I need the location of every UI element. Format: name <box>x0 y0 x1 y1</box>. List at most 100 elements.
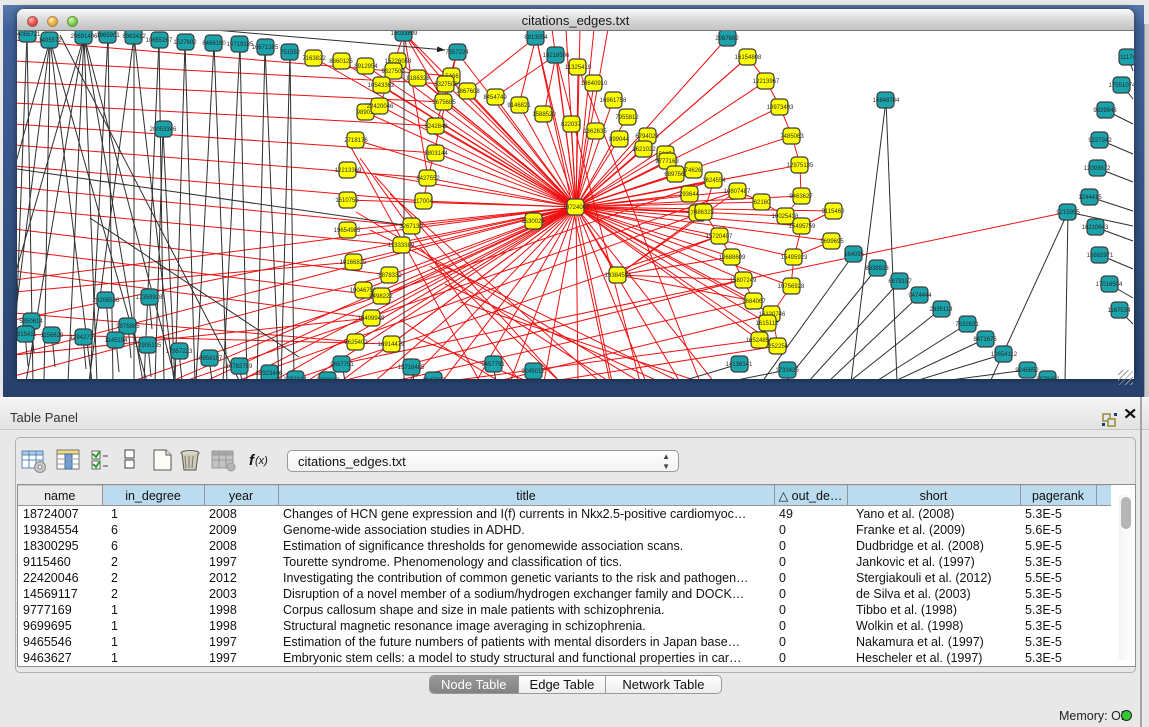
svg-text:20053346: 20053346 <box>150 127 177 133</box>
svg-text:7625402: 7625402 <box>344 340 368 346</box>
svg-text:9242848: 9242848 <box>424 124 448 130</box>
svg-text:15807249: 15807249 <box>730 278 757 284</box>
svg-text:9146821: 9146821 <box>507 103 531 109</box>
svg-text:11333389: 11333389 <box>388 243 415 249</box>
svg-text:19384554: 19384554 <box>605 273 632 279</box>
svg-text:12942737: 12942737 <box>70 335 97 341</box>
svg-text:9245012: 9245012 <box>521 369 545 375</box>
svg-text:10958107: 10958107 <box>196 356 223 362</box>
svg-text:15692971: 15692971 <box>1087 253 1114 259</box>
svg-text:62160: 62160 <box>754 200 771 206</box>
svg-text:1244415: 1244415 <box>1078 195 1102 201</box>
svg-text:17957223: 17957223 <box>166 349 193 355</box>
svg-text:20206536: 20206536 <box>93 298 120 304</box>
svg-text:293644: 293644 <box>679 192 700 198</box>
svg-text:2087682: 2087682 <box>715 36 739 42</box>
svg-text:6794028: 6794028 <box>635 134 659 140</box>
svg-text:12213967: 12213967 <box>753 79 780 85</box>
svg-text:16914479: 16914479 <box>378 342 405 348</box>
svg-text:74626: 74626 <box>685 168 702 174</box>
svg-text:1156829: 1156829 <box>41 333 65 339</box>
svg-text:19218506: 19218506 <box>543 53 570 59</box>
svg-text:15720407: 15720407 <box>706 234 733 240</box>
svg-text:1530025: 1530025 <box>521 219 545 225</box>
svg-text:7485063: 7485063 <box>780 134 804 140</box>
svg-text:1167534: 1167534 <box>1108 308 1132 314</box>
svg-text:12093872: 12093872 <box>1084 166 1111 172</box>
svg-text:8912954: 8912954 <box>354 64 378 70</box>
svg-text:1362635: 1362635 <box>583 129 607 135</box>
svg-text:3915411: 3915411 <box>17 332 37 338</box>
svg-text:10807487: 10807487 <box>724 189 751 195</box>
svg-text:8878332: 8878332 <box>378 273 402 279</box>
svg-text:8454749: 8454749 <box>483 95 507 101</box>
svg-text:7357224: 7357224 <box>445 50 469 56</box>
svg-text:10688609: 10688609 <box>719 255 746 261</box>
svg-text:19166825: 19166825 <box>340 260 367 266</box>
svg-text:16648784: 16648784 <box>873 98 900 104</box>
svg-text:6879197: 6879197 <box>888 279 912 285</box>
svg-text:2867608: 2867608 <box>456 89 480 95</box>
svg-text:1588520: 1588520 <box>532 112 556 118</box>
svg-text:1965901: 1965901 <box>96 33 120 39</box>
svg-text:9474444: 9474444 <box>908 293 932 299</box>
svg-text:6466160: 6466160 <box>202 41 226 47</box>
svg-text:19654985: 19654985 <box>334 228 361 234</box>
svg-text:10543362: 10543362 <box>368 83 395 89</box>
svg-text:17551074: 17551074 <box>1109 83 1134 89</box>
svg-text:7955812: 7955812 <box>615 115 639 121</box>
svg-text:2718176: 2718176 <box>344 138 368 144</box>
svg-text:1145194: 1145194 <box>105 338 129 344</box>
svg-text:12975135: 12975135 <box>787 163 814 169</box>
svg-text:2935114: 2935114 <box>930 307 954 313</box>
svg-text:16154808: 16154808 <box>735 55 762 61</box>
svg-text:10655267: 10655267 <box>146 38 173 44</box>
svg-text:17359928: 17359928 <box>136 295 163 301</box>
svg-text:1610755: 1610755 <box>335 198 359 204</box>
svg-text:8983412: 8983412 <box>122 34 146 40</box>
svg-text:252254: 252254 <box>768 344 789 350</box>
svg-text:8660125: 8660125 <box>329 59 353 65</box>
svg-text:9457791: 9457791 <box>481 362 505 368</box>
svg-text:15495759: 15495759 <box>789 224 816 230</box>
svg-text:9463627: 9463627 <box>789 194 813 200</box>
svg-text:(x): (x) <box>255 455 268 467</box>
svg-text:3624554: 3624554 <box>702 178 726 184</box>
svg-text:10756928: 10756928 <box>778 284 805 290</box>
svg-text:16210643: 16210643 <box>1082 225 1109 231</box>
svg-text:899044: 899044 <box>609 137 630 143</box>
svg-text:8427552: 8427552 <box>416 176 440 182</box>
svg-text:751552: 751552 <box>280 50 301 56</box>
svg-text:1047203: 1047203 <box>422 378 446 379</box>
svg-text:9327500: 9327500 <box>381 69 405 75</box>
svg-text:5350614: 5350614 <box>19 319 43 325</box>
svg-text:8979451: 8979451 <box>1036 377 1060 379</box>
svg-text:2803144: 2803144 <box>424 151 448 157</box>
svg-text:22420046: 22420046 <box>367 104 394 110</box>
svg-text:8186328: 8186328 <box>406 76 430 82</box>
svg-text:18724007: 18724007 <box>563 205 590 211</box>
svg-text:15409949: 15409949 <box>358 316 385 322</box>
svg-text:9777169: 9777169 <box>655 159 679 165</box>
svg-text:1615112: 1615112 <box>756 321 780 327</box>
svg-text:822037: 822037 <box>561 122 582 128</box>
svg-text:1405572: 1405572 <box>38 38 62 44</box>
svg-text:11174: 11174 <box>1120 55 1134 61</box>
svg-text:1292344: 1292344 <box>283 377 307 379</box>
svg-text:9975885: 9975885 <box>116 324 140 330</box>
svg-text:9215955: 9215955 <box>1056 210 1080 216</box>
svg-text:16671385: 16671385 <box>252 45 279 51</box>
svg-text:9329946: 9329946 <box>1093 108 1117 114</box>
svg-text:14136141: 14136141 <box>726 362 753 368</box>
svg-text:8938923: 8938923 <box>865 266 889 272</box>
svg-text:16961758: 16961758 <box>600 98 627 104</box>
svg-text:16782759: 16782759 <box>226 364 253 370</box>
svg-text:10719185: 10719185 <box>227 42 254 48</box>
svg-text:1621022: 1621022 <box>632 147 656 153</box>
svg-text:3675685: 3675685 <box>432 100 456 106</box>
svg-text:9498222: 9498222 <box>369 294 393 300</box>
svg-text:13716485: 13716485 <box>398 365 425 371</box>
svg-text:9657791: 9657791 <box>330 362 354 368</box>
svg-text:12905135: 12905135 <box>135 343 162 349</box>
svg-text:8471676: 8471676 <box>973 337 997 343</box>
